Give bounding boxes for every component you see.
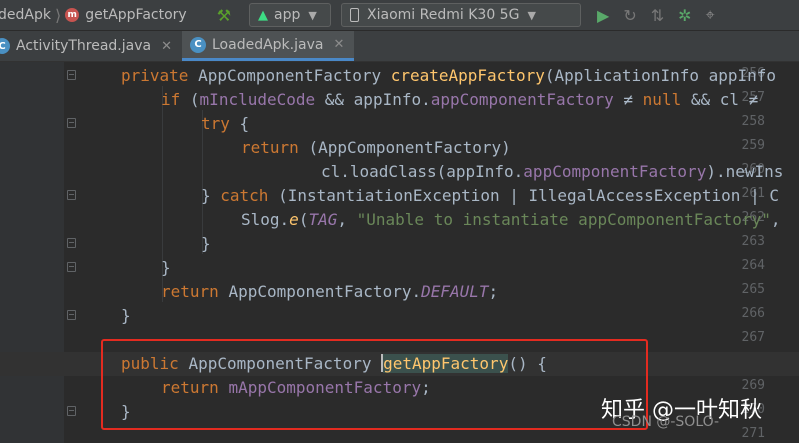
java-class-icon: C — [0, 38, 10, 54]
field: appComponentFactory — [430, 90, 614, 109]
code-text: { — [229, 114, 250, 133]
java-class-icon: C — [190, 36, 206, 53]
tab-label: ActivityThread.java — [16, 38, 152, 54]
device-select[interactable]: Xiaomi Redmi K30 5G ▼ — [341, 3, 582, 27]
close-icon[interactable]: ✕ — [161, 39, 172, 54]
run-config-label: app — [274, 7, 301, 23]
line-number: 267 — [741, 330, 765, 345]
code-line: cl.loadClass(appInfo.appComponentFactory… — [0, 160, 799, 184]
code-line: try { — [0, 112, 799, 136]
device-label: Xiaomi Redmi K30 5G — [367, 7, 520, 23]
debug-icon[interactable]: ✲ — [678, 6, 691, 25]
field: mIncludeCode — [199, 90, 316, 109]
tab-loadedapk[interactable]: C LoadedApk.java ✕ — [182, 31, 355, 61]
code-text: ( — [189, 90, 200, 109]
code-line: return AppComponentFactory.DEFAULT; — [0, 280, 799, 304]
run-icon[interactable]: ▶ — [597, 6, 609, 25]
code-line: private AppComponentFactory createAppFac… — [0, 64, 799, 88]
keyword: try — [201, 114, 230, 133]
android-icon: ▲ — [258, 7, 269, 23]
code-text: AppComponentFactory. — [228, 282, 422, 301]
tab-activitythread[interactable]: C ActivityThread.java ✕ — [0, 31, 182, 61]
params: (ApplicationInfo appInfo — [544, 66, 777, 85]
code-text: (InstantiationException | IllegalAccessE… — [278, 186, 779, 205]
code-text: } — [121, 306, 131, 325]
breadcrumb-separator-icon: ⟩ — [54, 5, 62, 25]
run-config-select[interactable]: ▲ app ▼ — [249, 3, 332, 27]
code-line: } — [0, 256, 799, 280]
keyword: return — [161, 282, 229, 301]
navigation-toolbar: dedApk ⟩ m getAppFactory ⚒ ▲ app ▼ Xiaom… — [0, 0, 799, 31]
code-text: ).newIns — [706, 162, 784, 181]
static-method: e — [289, 210, 299, 229]
code-line: Slog.e(TAG, "Unable to instantiate appCo… — [0, 208, 799, 232]
close-icon[interactable]: ✕ — [333, 37, 344, 52]
code-text: && cl ≠ — [681, 90, 759, 109]
code-editor[interactable]: 256 257 258 259 260 261 262 263 264 265 … — [0, 62, 799, 443]
code-text: ≠ — [613, 90, 643, 109]
string-literal: "Unable to instantiate appComponentFacto… — [356, 210, 771, 229]
code-text: , — [337, 210, 357, 229]
code-text: cl.loadClass(appInfo. — [321, 162, 524, 181]
method-name: createAppFactory — [390, 66, 545, 85]
highlight-annotation-box — [101, 339, 648, 430]
keyword: if — [161, 90, 190, 109]
type: AppComponentFactory — [198, 66, 391, 85]
code-text: , — [770, 210, 781, 229]
attach-debugger-icon[interactable]: ⌖ — [706, 5, 715, 25]
code-line: if (mIncludeCode && appInfo.appComponent… — [0, 88, 799, 112]
keyword: null — [642, 90, 682, 109]
editor-tabs: C ActivityThread.java ✕ C LoadedApk.java… — [0, 31, 799, 62]
code-text: && appInfo. — [315, 90, 431, 109]
chevron-down-icon: ▼ — [527, 8, 536, 22]
keyword: return — [241, 138, 309, 157]
constant: TAG — [308, 210, 338, 229]
breadcrumb-class[interactable]: dedApk — [0, 7, 51, 23]
method-icon: m — [65, 8, 80, 22]
code-text: } — [201, 234, 211, 253]
apply-changes-icon[interactable]: ↻ — [623, 6, 636, 25]
apply-code-changes-icon[interactable]: ⇅ — [651, 6, 664, 25]
phone-icon — [350, 8, 360, 22]
code-text: ( — [298, 210, 309, 229]
line-number: 271 — [741, 426, 765, 441]
keyword: private — [121, 66, 199, 85]
code-text: ; — [488, 282, 499, 301]
field: appComponentFactory — [523, 162, 707, 181]
code-line: } — [0, 304, 799, 328]
code-text: Slog. — [241, 210, 290, 229]
breadcrumb-method[interactable]: getAppFactory — [85, 7, 186, 23]
chevron-down-icon: ▼ — [308, 8, 317, 22]
constant: DEFAULT — [421, 282, 489, 301]
keyword: catch — [220, 186, 279, 205]
csdn-watermark: CSDN @-SOLO- — [612, 414, 720, 430]
code-text: } — [161, 258, 171, 277]
breadcrumb: dedApk ⟩ m getAppFactory — [0, 6, 187, 25]
tab-label: LoadedApk.java — [212, 36, 324, 53]
code-text: (AppComponentFactory) — [308, 138, 511, 157]
code-line: } — [0, 232, 799, 256]
code-line: return (AppComponentFactory) — [0, 136, 799, 160]
code-line: } catch (InstantiationException | Illega… — [0, 184, 799, 208]
code-text: } — [201, 186, 221, 205]
build-hammer-icon[interactable]: ⚒ — [217, 6, 231, 25]
